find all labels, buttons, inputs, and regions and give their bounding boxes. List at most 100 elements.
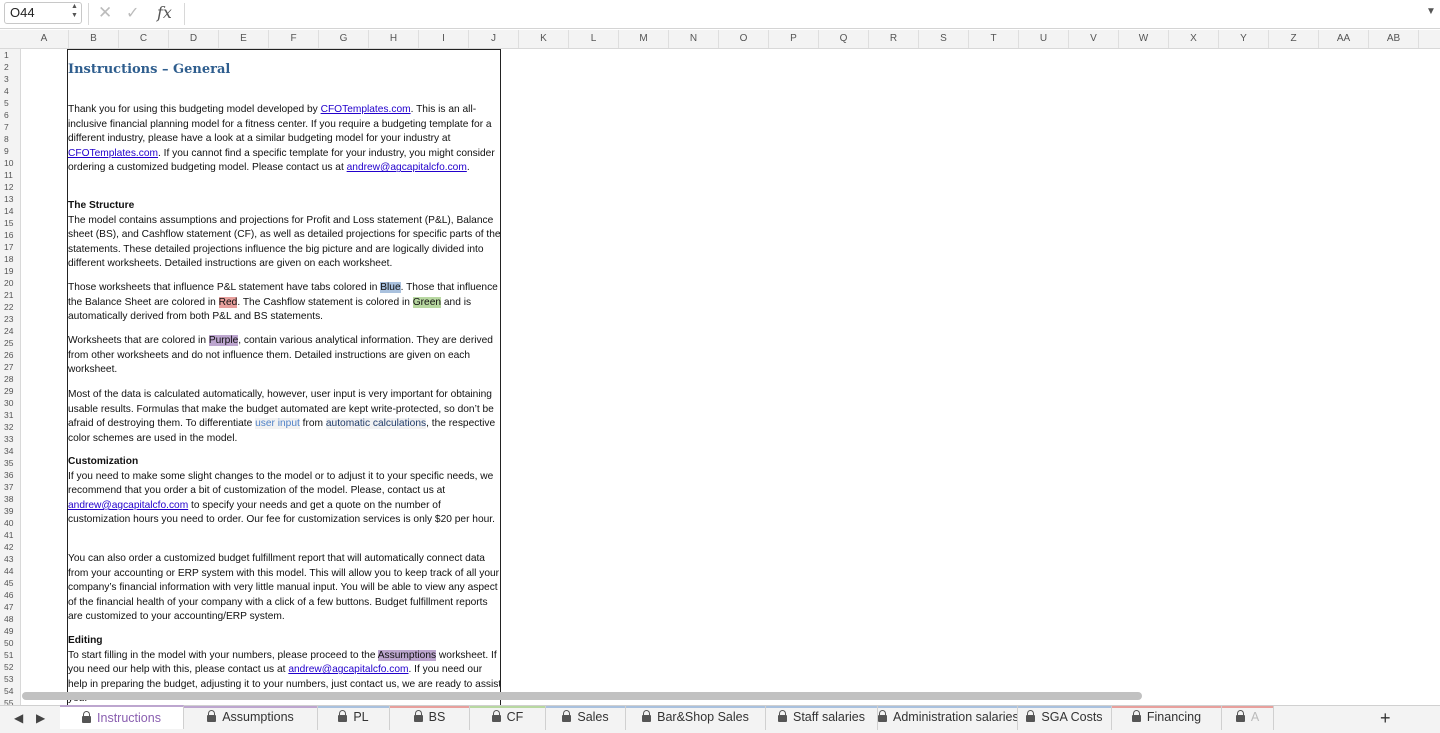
- column-header[interactable]: G: [319, 30, 369, 48]
- row-header[interactable]: 48: [0, 613, 20, 625]
- chevron-down-icon[interactable]: ▼: [1426, 6, 1436, 17]
- email-link[interactable]: andrew@agcapitalcfo.com: [68, 500, 188, 511]
- sheet-tab[interactable]: CF: [470, 706, 546, 730]
- row-header[interactable]: 19: [0, 265, 20, 277]
- sheet-tab[interactable]: Financing: [1112, 706, 1222, 730]
- row-header[interactable]: 15: [0, 217, 20, 229]
- column-header[interactable]: Z: [1269, 30, 1319, 48]
- sheet-tab[interactable]: PL: [318, 706, 390, 730]
- sheet-tab[interactable]: Sales: [546, 706, 626, 730]
- cfotemplates-link[interactable]: CFOTemplates.com: [321, 104, 411, 115]
- row-header[interactable]: 11: [0, 169, 20, 181]
- column-header[interactable]: X: [1169, 30, 1219, 48]
- row-header[interactable]: 33: [0, 433, 20, 445]
- row-header[interactable]: 53: [0, 673, 20, 685]
- row-header[interactable]: 43: [0, 553, 20, 565]
- column-header[interactable]: F: [269, 30, 319, 48]
- row-header[interactable]: 31: [0, 409, 20, 421]
- column-header[interactable]: M: [619, 30, 669, 48]
- column-header[interactable]: L: [569, 30, 619, 48]
- row-header[interactable]: 30: [0, 397, 20, 409]
- column-header[interactable]: U: [1019, 30, 1069, 48]
- row-header[interactable]: 50: [0, 637, 20, 649]
- row-header[interactable]: 49: [0, 625, 20, 637]
- row-header[interactable]: 6: [0, 109, 20, 121]
- column-header[interactable]: T: [969, 30, 1019, 48]
- row-header[interactable]: 7: [0, 121, 20, 133]
- column-header[interactable]: O: [719, 30, 769, 48]
- add-sheet-button[interactable]: +: [1380, 708, 1391, 729]
- row-header[interactable]: 23: [0, 313, 20, 325]
- row-header[interactable]: 38: [0, 493, 20, 505]
- column-header[interactable]: AA: [1319, 30, 1369, 48]
- row-header[interactable]: 17: [0, 241, 20, 253]
- row-header[interactable]: 2: [0, 61, 20, 73]
- sheet-tab[interactable]: Administration salaries: [878, 706, 1018, 730]
- row-header[interactable]: 47: [0, 601, 20, 613]
- row-header[interactable]: 44: [0, 565, 20, 577]
- row-header[interactable]: 3: [0, 73, 20, 85]
- scroll-tabs-right-icon[interactable]: ▶: [36, 711, 45, 725]
- row-header[interactable]: 39: [0, 505, 20, 517]
- row-header[interactable]: 36: [0, 469, 20, 481]
- column-header[interactable]: I: [419, 30, 469, 48]
- column-header[interactable]: S: [919, 30, 969, 48]
- row-header[interactable]: 5: [0, 97, 20, 109]
- row-header[interactable]: 40: [0, 517, 20, 529]
- row-header[interactable]: 21: [0, 289, 20, 301]
- row-header[interactable]: 45: [0, 577, 20, 589]
- row-header[interactable]: 4: [0, 85, 20, 97]
- column-header[interactable]: C: [119, 30, 169, 48]
- row-header[interactable]: 8: [0, 133, 20, 145]
- column-header[interactable]: P: [769, 30, 819, 48]
- column-header[interactable]: K: [519, 30, 569, 48]
- column-header[interactable]: Q: [819, 30, 869, 48]
- column-header[interactable]: V: [1069, 30, 1119, 48]
- sheet-tab[interactable]: SGA Costs: [1018, 706, 1112, 730]
- row-header[interactable]: 14: [0, 205, 20, 217]
- row-header[interactable]: 52: [0, 661, 20, 673]
- row-header[interactable]: 51: [0, 649, 20, 661]
- sheet-tab[interactable]: A: [1222, 706, 1274, 730]
- row-header[interactable]: 34: [0, 445, 20, 457]
- column-header[interactable]: AB: [1369, 30, 1419, 48]
- column-header[interactable]: E: [219, 30, 269, 48]
- check-icon[interactable]: ✓: [126, 3, 139, 23]
- row-header[interactable]: 10: [0, 157, 20, 169]
- sheet-tab[interactable]: Instructions: [60, 705, 184, 729]
- sheet-tab[interactable]: Assumptions: [184, 706, 318, 730]
- cfotemplates-link[interactable]: CFOTemplates.com: [68, 148, 158, 159]
- sheet-tab[interactable]: BS: [390, 706, 470, 730]
- spreadsheet-grid[interactable]: A B C D E F G H I J K L M N O P Q R S T U V W X Y Z AA AB 123456789…: [0, 30, 1440, 705]
- row-header[interactable]: 24: [0, 325, 20, 337]
- row-header[interactable]: 12: [0, 181, 20, 193]
- column-header[interactable]: R: [869, 30, 919, 48]
- sheet-tab[interactable]: Staff salaries: [766, 706, 878, 730]
- fx-icon[interactable]: fx: [157, 3, 172, 22]
- row-header[interactable]: 27: [0, 361, 20, 373]
- email-link[interactable]: andrew@agcapitalcfo.com: [288, 664, 408, 675]
- sheet-tab[interactable]: Bar&Shop Sales: [626, 706, 766, 730]
- name-box-stepper-icon[interactable]: ▲ ▼: [71, 2, 78, 20]
- row-header[interactable]: 35: [0, 457, 20, 469]
- row-header[interactable]: 25: [0, 337, 20, 349]
- row-header[interactable]: 29: [0, 385, 20, 397]
- column-header[interactable]: N: [669, 30, 719, 48]
- row-header[interactable]: 9: [0, 145, 20, 157]
- row-header[interactable]: 41: [0, 529, 20, 541]
- row-header[interactable]: 18: [0, 253, 20, 265]
- email-link[interactable]: andrew@agcapitalcfo.com: [347, 162, 467, 173]
- row-header[interactable]: 1: [0, 49, 20, 61]
- row-header[interactable]: 54: [0, 685, 20, 697]
- select-all-corner[interactable]: [0, 30, 21, 49]
- column-header[interactable]: W: [1119, 30, 1169, 48]
- horizontal-scrollbar[interactable]: [22, 692, 1142, 700]
- row-header[interactable]: 37: [0, 481, 20, 493]
- row-header[interactable]: 32: [0, 421, 20, 433]
- row-header[interactable]: 55: [0, 697, 20, 705]
- scroll-tabs-left-icon[interactable]: ◀: [14, 711, 23, 725]
- row-header[interactable]: 42: [0, 541, 20, 553]
- column-header[interactable]: Y: [1219, 30, 1269, 48]
- cancel-icon[interactable]: ✕: [98, 3, 112, 23]
- formula-input[interactable]: [190, 3, 1410, 25]
